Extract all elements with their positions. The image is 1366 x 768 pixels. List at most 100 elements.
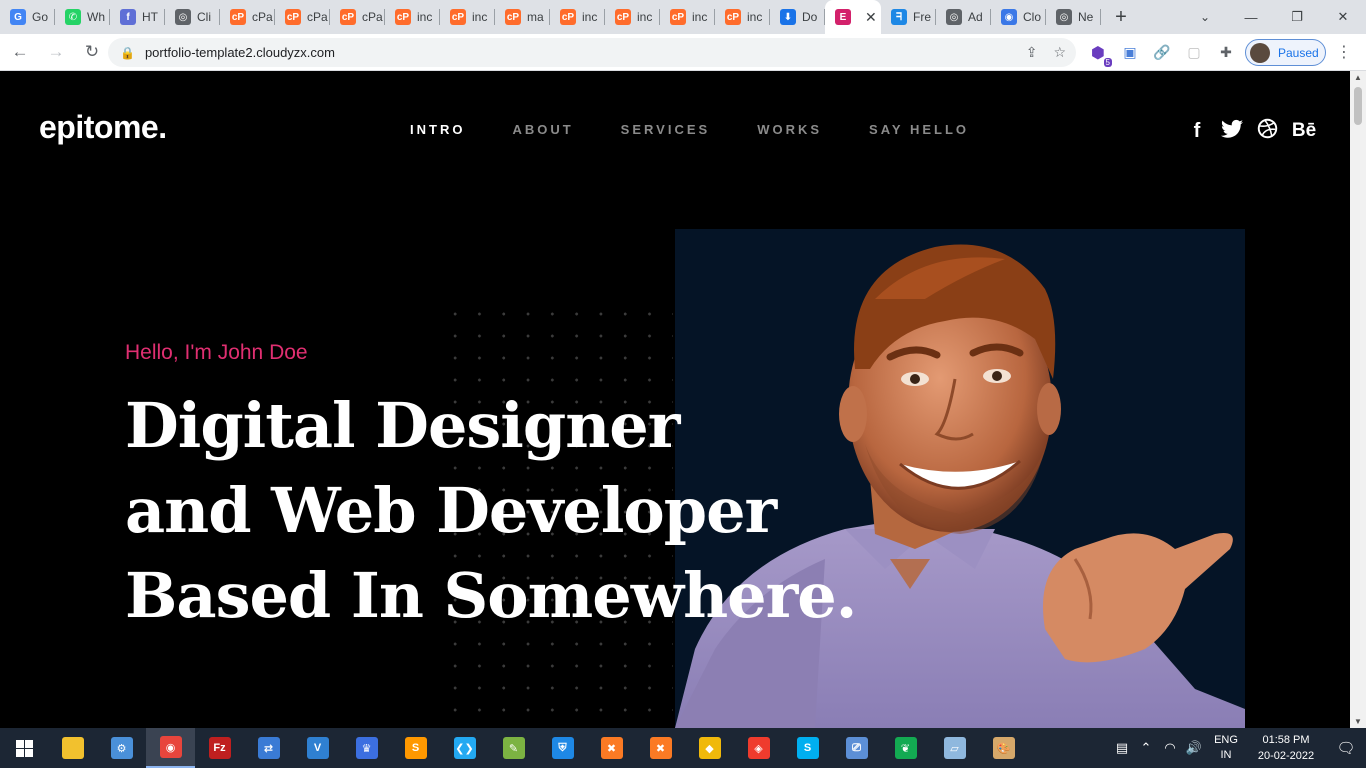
link-icon[interactable]: 🔗 bbox=[1152, 43, 1172, 63]
browser-tab[interactable]: ᖷ Fre bbox=[881, 0, 936, 34]
nav-say-hello[interactable]: SAY HELLO bbox=[869, 122, 969, 137]
tray-chevron-icon[interactable]: ⌃ bbox=[1134, 740, 1158, 756]
taskbar-app[interactable]: ❮❯ bbox=[440, 728, 489, 768]
hero-greeting: Hello, I'm John Doe bbox=[125, 341, 308, 364]
taskbar-app[interactable]: V bbox=[293, 728, 342, 768]
chrome-icon: ◉ bbox=[159, 736, 182, 758]
browser-tab[interactable]: cP inc bbox=[440, 0, 495, 34]
browser-tab[interactable]: G Go bbox=[0, 0, 55, 34]
scroll-down-icon[interactable]: ▼ bbox=[1354, 717, 1362, 726]
profile-button[interactable]: Paused bbox=[1245, 39, 1326, 66]
facebook-icon[interactable]: f bbox=[1186, 120, 1208, 142]
address-bar[interactable]: 🔒 portfolio-template2.cloudyzx.com ⇪ ☆ bbox=[108, 38, 1076, 67]
back-button[interactable]: ← bbox=[4, 36, 36, 68]
scroll-up-icon[interactable]: ▲ bbox=[1354, 73, 1362, 82]
browser-tab[interactable]: ✆ Wh bbox=[55, 0, 110, 34]
bookmark-star-icon[interactable]: ☆ bbox=[1053, 44, 1066, 61]
blank-extension-icon[interactable]: ▢ bbox=[1184, 43, 1204, 63]
page-scrollbar[interactable]: ▲ ▼ bbox=[1350, 71, 1366, 728]
nav-about[interactable]: ABOUT bbox=[512, 122, 573, 137]
browser-tab[interactable]: cP inc bbox=[660, 0, 715, 34]
taskbar-app[interactable]: ✎ bbox=[489, 728, 538, 768]
browser-tab[interactable]: cP cPa bbox=[220, 0, 275, 34]
windows-taskbar: ⚙ ◉ Fz ⇄ V ♛ S ❮❯ ✎ ⛨ ✖ ✖ ◆ ◈ S ⎚ ❦ ▱ 🎨 ▤ ⌃ ◠ 🔊 ENG IN 01:… bbox=[0, 728, 1366, 768]
chrome-menu-icon[interactable]: ⋮ bbox=[1336, 42, 1352, 62]
scrollbar-thumb[interactable] bbox=[1354, 87, 1362, 125]
wifi-icon[interactable]: ◠ bbox=[1158, 740, 1182, 756]
shield-app-icon: ⛨ bbox=[551, 737, 574, 759]
browser-tab[interactable]: cP inc bbox=[550, 0, 605, 34]
reload-button[interactable]: ↻ bbox=[76, 36, 108, 68]
crown-app-icon: ♛ bbox=[355, 737, 378, 759]
taskbar-app[interactable]: ⚙ bbox=[97, 728, 146, 768]
browser-tab[interactable]: cP inc bbox=[715, 0, 770, 34]
browser-tab[interactable]: cP inc bbox=[605, 0, 660, 34]
share-icon[interactable]: ⇪ bbox=[1026, 44, 1038, 61]
extensions-area: ⬢ 5 ▣ 🔗 ▢ ✚ bbox=[1088, 34, 1236, 71]
whatsapp-icon: ✆ bbox=[65, 9, 81, 25]
browser-tab[interactable]: ◉ Clo bbox=[991, 0, 1046, 34]
browser-tab[interactable]: cP cPa bbox=[330, 0, 385, 34]
tab-title: Do bbox=[802, 10, 818, 24]
taskbar-app[interactable]: ♛ bbox=[342, 728, 391, 768]
twitter-icon[interactable] bbox=[1221, 119, 1243, 144]
taskbar-app[interactable]: S bbox=[783, 728, 832, 768]
browser-tab[interactable]: E ✕ bbox=[825, 0, 881, 34]
puzzle-extensions-icon[interactable]: ✚ bbox=[1216, 43, 1236, 63]
nav-intro[interactable]: INTRO bbox=[410, 122, 465, 137]
close-window-button[interactable]: ✕ bbox=[1320, 0, 1366, 34]
clock[interactable]: 01:58 PM 20-02-2022 bbox=[1246, 732, 1326, 764]
nav-works[interactable]: WORKS bbox=[757, 122, 822, 137]
browser-tab[interactable]: ◎ Ad bbox=[936, 0, 991, 34]
taskbar-app[interactable]: ✖ bbox=[636, 728, 685, 768]
taskbar-app[interactable]: ◉ bbox=[146, 728, 195, 768]
language-indicator[interactable]: ENG IN bbox=[1206, 733, 1246, 763]
tab-search-chevron-icon[interactable]: ⌄ bbox=[1188, 0, 1222, 34]
minimize-button[interactable]: — bbox=[1228, 0, 1274, 34]
taskbar-app[interactable]: ⎚ bbox=[832, 728, 881, 768]
taskbar-app[interactable]: S bbox=[391, 728, 440, 768]
behance-icon[interactable]: Bē bbox=[1291, 120, 1317, 142]
browser-tab[interactable]: cP ma bbox=[495, 0, 550, 34]
taskbar-app[interactable]: ✖ bbox=[587, 728, 636, 768]
browser-tab[interactable]: ◎ Ne bbox=[1046, 0, 1101, 34]
cpanel-icon: cP bbox=[230, 9, 246, 25]
taskbar-app[interactable]: 🎨 bbox=[979, 728, 1028, 768]
extension-badge-count: 5 bbox=[1103, 57, 1112, 67]
taskbar-app[interactable]: ❦ bbox=[881, 728, 930, 768]
site-logo[interactable]: epitome. bbox=[39, 109, 167, 146]
taskbar-app[interactable]: ⛨ bbox=[538, 728, 587, 768]
browser-tab[interactable]: cP cPa bbox=[275, 0, 330, 34]
google-icon: G bbox=[10, 9, 26, 25]
region-code: IN bbox=[1220, 749, 1232, 761]
dribbble-icon[interactable] bbox=[1256, 118, 1278, 144]
taskbar-app[interactable]: ▱ bbox=[930, 728, 979, 768]
taskbar-app[interactable]: ◈ bbox=[734, 728, 783, 768]
browser-tab[interactable]: f HT bbox=[110, 0, 165, 34]
screenshot-extension-icon[interactable]: ▣ bbox=[1120, 43, 1140, 63]
taskbar-app[interactable]: ⇄ bbox=[244, 728, 293, 768]
taskbar-app[interactable]: Fz bbox=[195, 728, 244, 768]
browser-tab[interactable]: cP inc bbox=[385, 0, 440, 34]
forward-button[interactable]: → bbox=[40, 36, 72, 68]
tab-title: Wh bbox=[87, 10, 105, 24]
news-icon[interactable]: ▤ bbox=[1110, 740, 1134, 756]
notifications-icon[interactable]: 🗨 bbox=[1326, 739, 1366, 757]
lock-icon[interactable]: 🔒 bbox=[120, 46, 135, 60]
restore-button[interactable]: ❐ bbox=[1274, 0, 1320, 34]
cpanel-icon: cP bbox=[560, 9, 576, 25]
volume-icon[interactable]: 🔊 bbox=[1182, 740, 1206, 756]
extension-badge-icon[interactable]: ⬢ 5 bbox=[1088, 43, 1112, 67]
browser-tab[interactable]: ◎ Cli bbox=[165, 0, 220, 34]
url-text[interactable]: portfolio-template2.cloudyzx.com bbox=[145, 45, 335, 60]
new-tab-button[interactable]: + bbox=[1101, 0, 1141, 34]
start-button[interactable] bbox=[0, 728, 48, 768]
nav-services[interactable]: SERVICES bbox=[621, 122, 711, 137]
taskbar-app[interactable]: ◆ bbox=[685, 728, 734, 768]
clock-time: 01:58 PM bbox=[1262, 734, 1310, 746]
browser-tab[interactable]: ⬇ Do bbox=[770, 0, 825, 34]
sticky-app-icon: ▱ bbox=[943, 737, 966, 759]
file-explorer-icon bbox=[61, 737, 84, 759]
taskbar-app[interactable] bbox=[48, 728, 97, 768]
close-tab-icon[interactable]: ✕ bbox=[865, 9, 877, 26]
